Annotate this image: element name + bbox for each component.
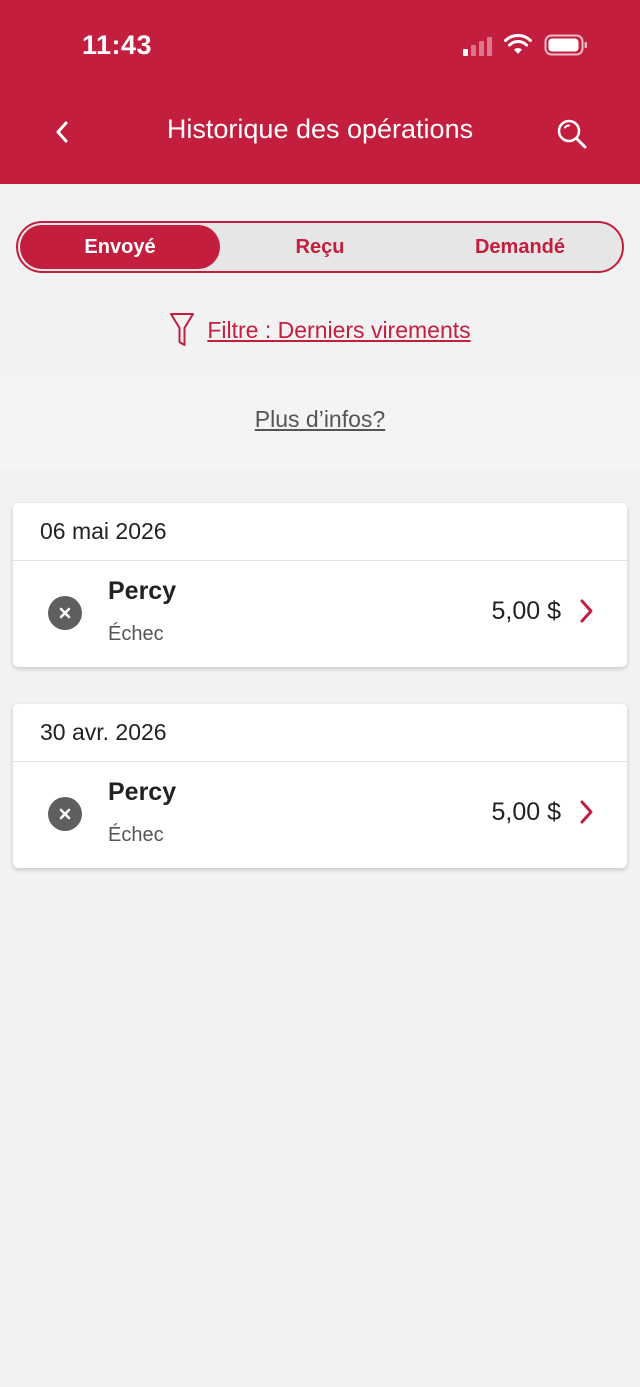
- search-icon: [557, 119, 587, 149]
- filter-icon[interactable]: [169, 312, 195, 348]
- transaction-card: 30 avr. 2026 Percy Échec 5,00 $: [13, 704, 627, 868]
- chevron-right-icon: [580, 800, 593, 824]
- transaction-status: Échec: [108, 824, 164, 846]
- recipient-name: Percy: [108, 577, 177, 605]
- tab-envoye[interactable]: Envoyé: [20, 225, 220, 269]
- app-header: 11:43 Historique des opérations: [0, 0, 640, 184]
- transaction-row[interactable]: Percy Échec 5,00 $: [13, 561, 627, 667]
- transaction-card: 06 mai 2026 Percy Échec 5,00 $: [13, 503, 627, 667]
- wifi-icon: [504, 34, 532, 56]
- status-icons: [463, 34, 588, 56]
- tab-demande[interactable]: Demandé: [420, 225, 620, 269]
- more-info-link[interactable]: Plus d’infos?: [0, 406, 640, 433]
- tab-recu[interactable]: Reçu: [220, 225, 420, 269]
- search-button[interactable]: [548, 110, 596, 158]
- chevron-right-icon: [580, 599, 593, 623]
- recipient-name: Percy: [108, 778, 177, 806]
- segmented-tabs: Envoyé Reçu Demandé: [16, 221, 624, 273]
- transaction-amount: 5,00 $: [491, 597, 561, 625]
- status-time: 11:43: [82, 30, 153, 60]
- filter-row: Filtre : Derniers virements: [0, 312, 640, 348]
- close-circle-icon: [48, 797, 82, 831]
- transaction-status: Échec: [108, 623, 164, 645]
- transaction-amount: 5,00 $: [491, 798, 561, 826]
- filter-link[interactable]: Filtre : Derniers virements: [207, 317, 470, 344]
- battery-icon: [544, 34, 588, 56]
- signal-icon: [463, 34, 492, 56]
- transaction-date: 30 avr. 2026: [13, 704, 627, 762]
- transaction-date: 06 mai 2026: [13, 503, 627, 561]
- close-circle-icon: [48, 596, 82, 630]
- transaction-row[interactable]: Percy Échec 5,00 $: [13, 762, 627, 868]
- page-title: Historique des opérations: [166, 114, 474, 144]
